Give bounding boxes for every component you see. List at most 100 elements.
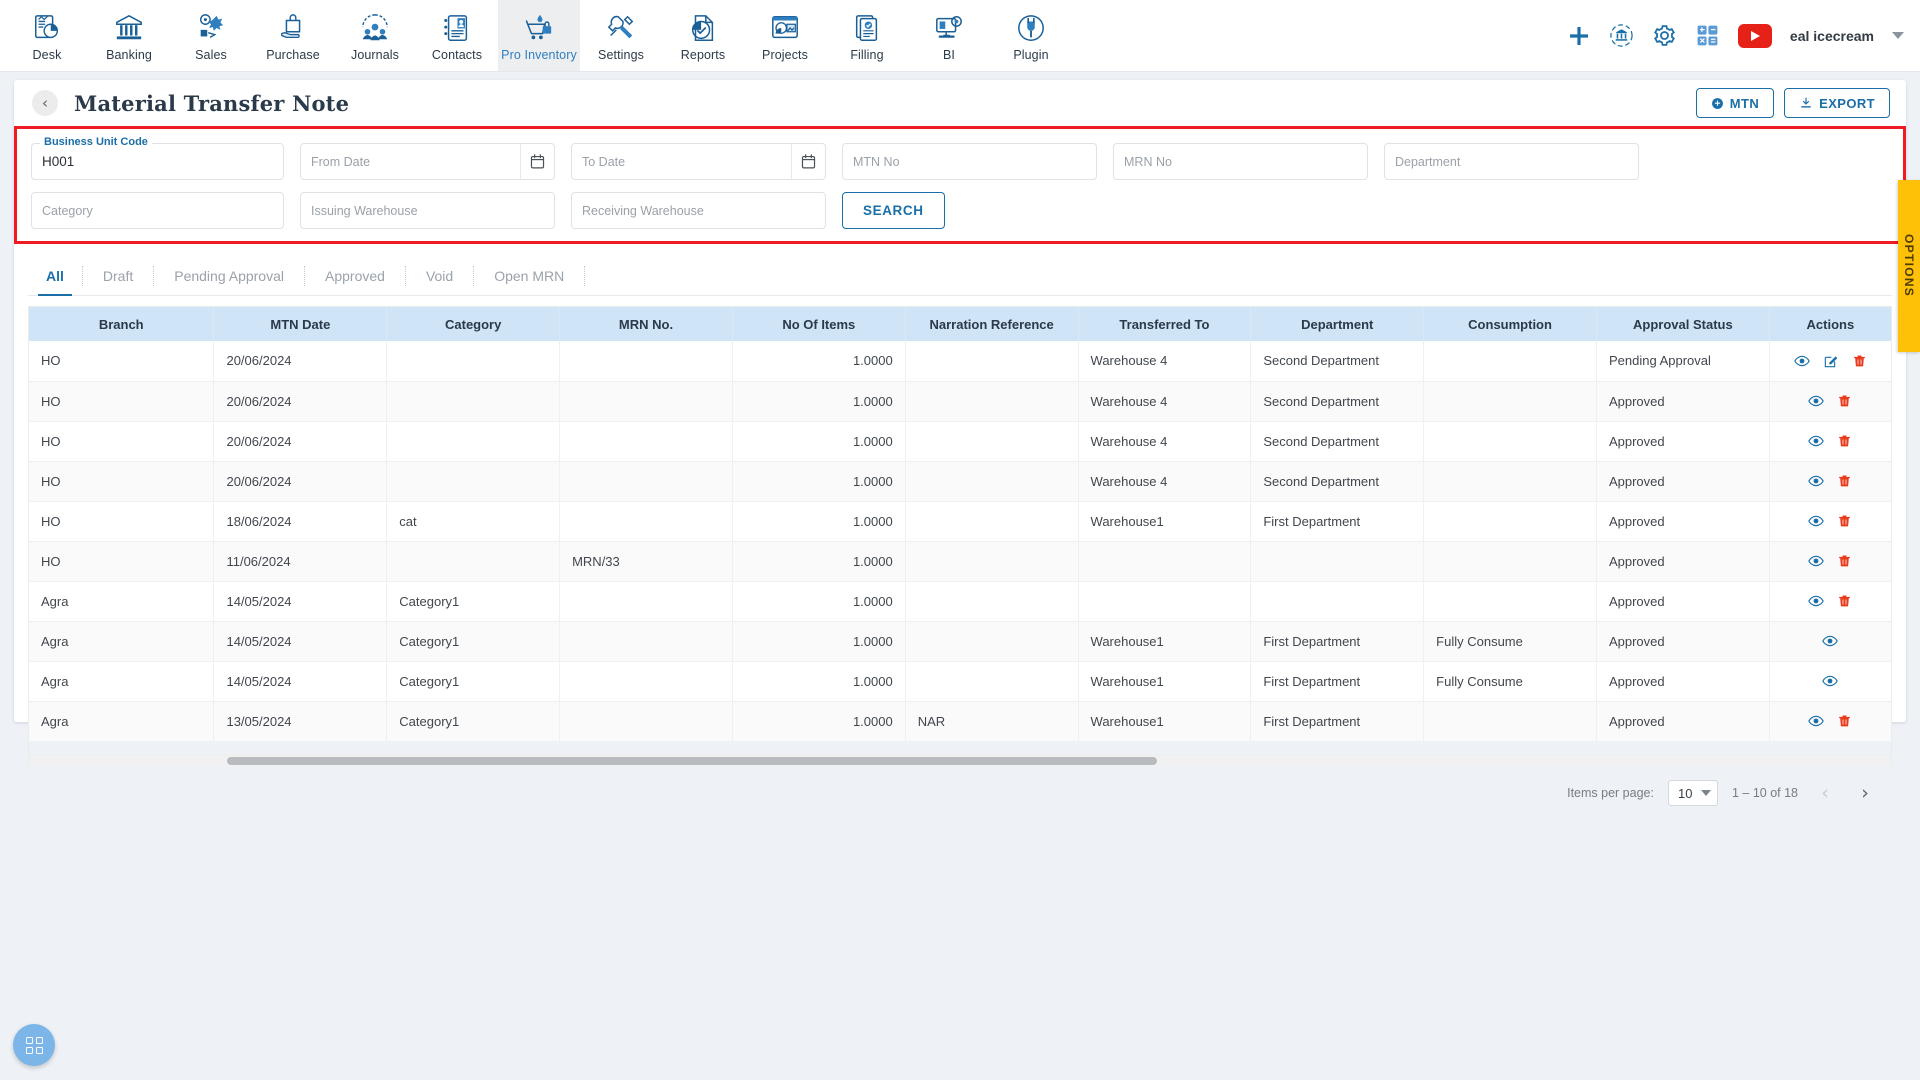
previous-page-button[interactable]: ‹ xyxy=(1812,780,1838,806)
youtube-icon[interactable] xyxy=(1737,23,1772,48)
nav-item-reports[interactable]: Reports xyxy=(662,0,744,71)
from-date-field[interactable]: From Date xyxy=(300,143,555,180)
nav-item-plugin[interactable]: Plugin xyxy=(990,0,1072,71)
view-icon[interactable] xyxy=(1808,473,1825,489)
to-date-field[interactable]: To Date xyxy=(571,143,826,180)
business-unit-code-field[interactable]: Business Unit Code H001 xyxy=(31,136,284,180)
cell-mrn-no xyxy=(559,501,733,542)
delete-icon[interactable] xyxy=(1837,553,1852,569)
view-icon[interactable] xyxy=(1808,513,1825,529)
nav-item-settings[interactable]: Settings xyxy=(580,0,662,71)
cell-branch: HO xyxy=(29,341,215,382)
cell-branch: Agra xyxy=(29,701,215,742)
nav-item-desk[interactable]: Desk xyxy=(6,0,88,71)
add-mtn-button[interactable]: MTN xyxy=(1695,88,1775,118)
page-range-label: 1 – 10 of 18 xyxy=(1731,786,1798,800)
nav-item-pro-inventory[interactable]: Pro Inventory xyxy=(498,0,580,71)
chevron-down-icon[interactable] xyxy=(1892,32,1904,39)
mrn-no-field[interactable]: MRN No xyxy=(1113,143,1368,180)
view-icon[interactable] xyxy=(1822,673,1839,689)
mtn-no-field[interactable]: MTN No xyxy=(842,143,1097,180)
department-field[interactable]: Department xyxy=(1384,143,1639,180)
tab-draft[interactable]: Draft xyxy=(83,256,153,295)
cell-category: Category1 xyxy=(386,581,561,622)
delete-icon[interactable] xyxy=(1837,513,1852,529)
journals-gear-people-icon xyxy=(358,11,392,45)
delete-icon[interactable] xyxy=(1837,713,1852,729)
header-actions: eal icecream xyxy=(1567,0,1920,71)
bank-sync-icon[interactable] xyxy=(1609,23,1634,48)
user-name-label: eal icecream xyxy=(1789,27,1874,44)
items-per-page-label: Items per page: xyxy=(1567,786,1654,800)
add-plus-icon[interactable] xyxy=(1567,24,1591,48)
view-icon[interactable] xyxy=(1808,553,1825,569)
table-row[interactable]: HO 20/06/2024 1.0000 Warehouse 4 Second Depa… xyxy=(29,461,1891,502)
table-row[interactable]: HO 20/06/2024 1.0000 Warehouse 4 Second Depa… xyxy=(29,421,1891,462)
items-per-page-select[interactable]: 10 xyxy=(1667,780,1718,806)
table-row[interactable]: HO 11/06/2024 MRN/33 1.0000 Approved xyxy=(29,541,1891,582)
scrollbar-thumb[interactable] xyxy=(227,757,1157,765)
cell-approval-status: Approved xyxy=(1596,621,1770,662)
nav-item-journals[interactable]: Journals xyxy=(334,0,416,71)
nav-item-sales[interactable]: Sales xyxy=(170,0,252,71)
from-date-calendar-icon[interactable] xyxy=(520,144,554,179)
options-side-tab[interactable]: OPTIONS xyxy=(1898,180,1920,352)
nav-item-filling[interactable]: Filling xyxy=(826,0,908,71)
edit-icon[interactable] xyxy=(1823,353,1839,369)
gear-settings-icon[interactable] xyxy=(1652,23,1677,48)
issuing-warehouse-field[interactable]: Issuing Warehouse xyxy=(300,192,555,229)
cell-branch: Agra xyxy=(29,661,215,702)
cell-mtn-date: 11/06/2024 xyxy=(213,541,388,582)
view-icon[interactable] xyxy=(1808,593,1825,609)
back-button[interactable]: ‹ xyxy=(32,90,58,116)
next-page-button[interactable]: › xyxy=(1852,780,1878,806)
nav-item-contacts[interactable]: Contacts xyxy=(416,0,498,71)
cell-consumption xyxy=(1423,701,1597,742)
delete-icon[interactable] xyxy=(1837,593,1852,609)
cell-department: First Department xyxy=(1250,701,1425,742)
cell-narration-reference xyxy=(905,581,1079,622)
tab-approved[interactable]: Approved xyxy=(305,256,405,295)
cell-no-of-items: 1.0000 xyxy=(732,621,906,662)
to-date-calendar-icon[interactable] xyxy=(791,144,825,179)
view-icon[interactable] xyxy=(1808,433,1825,449)
nav-item-label: Pro Inventory xyxy=(501,48,577,62)
delete-icon[interactable] xyxy=(1852,353,1867,369)
delete-icon[interactable] xyxy=(1837,393,1852,409)
apps-grid-fab[interactable] xyxy=(13,1024,55,1066)
calculator-icon[interactable] xyxy=(1695,23,1720,48)
view-icon[interactable] xyxy=(1822,633,1839,649)
table-row[interactable]: HO 18/06/2024 cat 1.0000 Warehouse1 First Dep… xyxy=(29,501,1891,542)
view-icon[interactable] xyxy=(1808,713,1825,729)
table-row[interactable]: Agra 14/05/2024 Category1 1.0000 Warehouse1 F… xyxy=(29,661,1891,702)
delete-icon[interactable] xyxy=(1837,473,1852,489)
nav-item-banking[interactable]: Banking xyxy=(88,0,170,71)
view-icon[interactable] xyxy=(1808,393,1825,409)
mtn-table-container: Branch MTN Date Category MRN No. No Of Items… xyxy=(28,306,1892,766)
cell-narration-reference: NAR xyxy=(905,701,1079,742)
tab-all[interactable]: All xyxy=(28,256,82,296)
horizontal-scrollbar[interactable] xyxy=(29,754,1891,766)
nav-item-bi[interactable]: BI xyxy=(908,0,990,71)
grid-apps-icon xyxy=(25,1036,43,1054)
view-icon[interactable] xyxy=(1794,353,1810,369)
cell-mrn-no xyxy=(559,421,733,462)
table-row[interactable]: Agra 13/05/2024 Category1 1.0000 NAR Warehous… xyxy=(29,701,1891,742)
search-button[interactable]: SEARCH xyxy=(842,192,945,229)
cell-transferred-to xyxy=(1078,581,1252,622)
export-button[interactable]: EXPORT xyxy=(1784,88,1890,118)
sales-tag-icon xyxy=(194,11,228,45)
receiving-warehouse-field[interactable]: Receiving Warehouse xyxy=(571,192,826,229)
tab-void[interactable]: Void xyxy=(406,256,473,295)
cell-branch: HO xyxy=(29,421,215,462)
nav-item-purchase[interactable]: Purchase xyxy=(252,0,334,71)
table-row[interactable]: Agra 14/05/2024 Category1 1.0000 Approved xyxy=(29,581,1891,622)
table-row[interactable]: HO 20/06/2024 1.0000 Warehouse 4 Second Depa… xyxy=(29,341,1891,382)
nav-item-projects[interactable]: Projects xyxy=(744,0,826,71)
tab-open-mrn[interactable]: Open MRN xyxy=(474,256,584,295)
table-row[interactable]: HO 20/06/2024 1.0000 Warehouse 4 Second Depa… xyxy=(29,381,1891,422)
category-field[interactable]: Category xyxy=(31,192,284,229)
tab-pending-approval[interactable]: Pending Approval xyxy=(154,256,304,295)
delete-icon[interactable] xyxy=(1837,433,1852,449)
table-row[interactable]: Agra 14/05/2024 Category1 1.0000 Warehouse1 F… xyxy=(29,621,1891,662)
